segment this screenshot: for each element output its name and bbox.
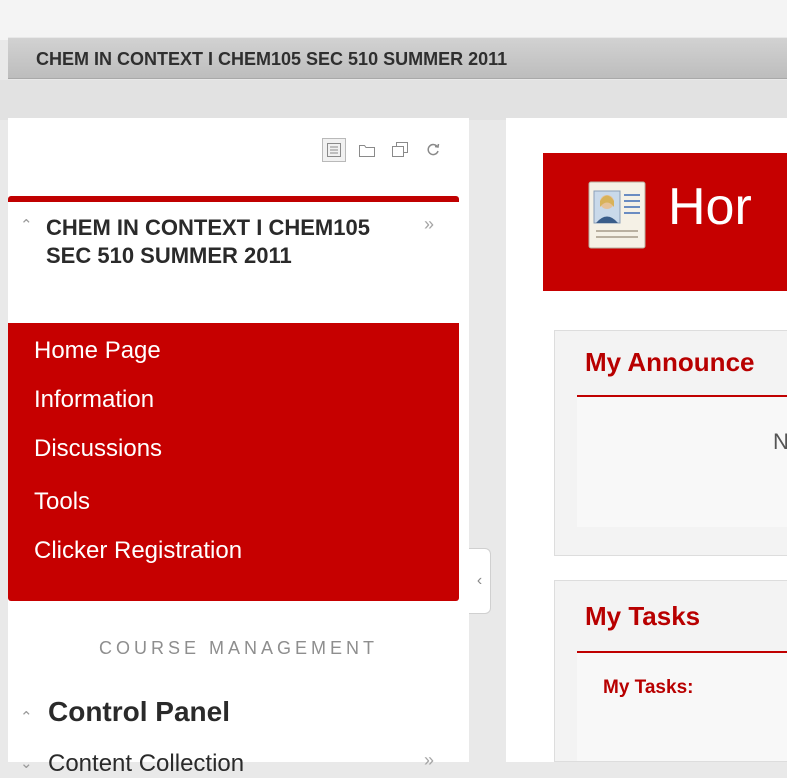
menu-item-home-page[interactable]: Home Page [34,337,161,365]
refresh-icon[interactable] [421,138,445,162]
page-header: Hor [543,153,787,291]
expand-right-icon[interactable]: » [424,214,434,235]
course-title-bar-text: CHEM IN CONTEXT I CHEM105 SEC 510 SUMMER… [36,49,508,69]
menu-view-toolbar [322,138,445,162]
content-collection-expand-icon[interactable]: ⌄ [20,754,33,772]
course-title-bar: CHEM IN CONTEXT I CHEM105 SEC 510 SUMMER… [8,37,787,79]
announcements-text: N [773,429,787,455]
course-menu-list: Home Page Information Discussions Tools … [8,323,459,601]
course-menu-title[interactable]: CHEM IN CONTEXT I CHEM105 SEC 510 SUMMER… [46,214,376,270]
window-view-icon[interactable] [388,138,412,162]
list-view-icon[interactable] [322,138,346,162]
my-tasks-module: My Tasks My Tasks: [554,580,787,762]
background-band [0,80,787,120]
menu-item-tools[interactable]: Tools [34,488,90,516]
announcements-body: N [577,397,787,527]
menu-item-clicker-registration[interactable]: Clicker Registration [34,537,242,565]
collapse-menu-tab[interactable]: ‹ [469,548,491,614]
my-announcements-module: My Announce N [554,330,787,556]
my-announcements-title[interactable]: My Announce [585,347,754,378]
control-panel-collapse-icon[interactable]: ⌃ [20,708,33,726]
course-management-heading: COURSE MANAGEMENT [98,638,379,658]
tasks-body [577,653,787,761]
top-background [0,0,787,40]
content-collection-right-icon[interactable]: » [424,750,434,771]
main-content: Hor My Announce N My Tasks My Tasks: [506,118,787,762]
my-tasks-title[interactable]: My Tasks [585,601,700,632]
control-panel-label[interactable]: Control Panel [48,696,230,728]
content-collection-label[interactable]: Content Collection [48,750,244,778]
page-title: Hor [668,178,752,236]
folder-view-icon[interactable] [355,138,379,162]
profile-card-icon [588,181,646,254]
course-menu-panel: ⌃ CHEM IN CONTEXT I CHEM105 SEC 510 SUMM… [8,118,469,777]
chevron-left-icon: ‹ [476,572,483,589]
menu-item-discussions[interactable]: Discussions [34,435,162,463]
my-tasks-label: My Tasks: [603,677,694,698]
collapse-up-icon[interactable]: ⌃ [20,218,33,233]
menu-item-information[interactable]: Information [34,386,154,414]
